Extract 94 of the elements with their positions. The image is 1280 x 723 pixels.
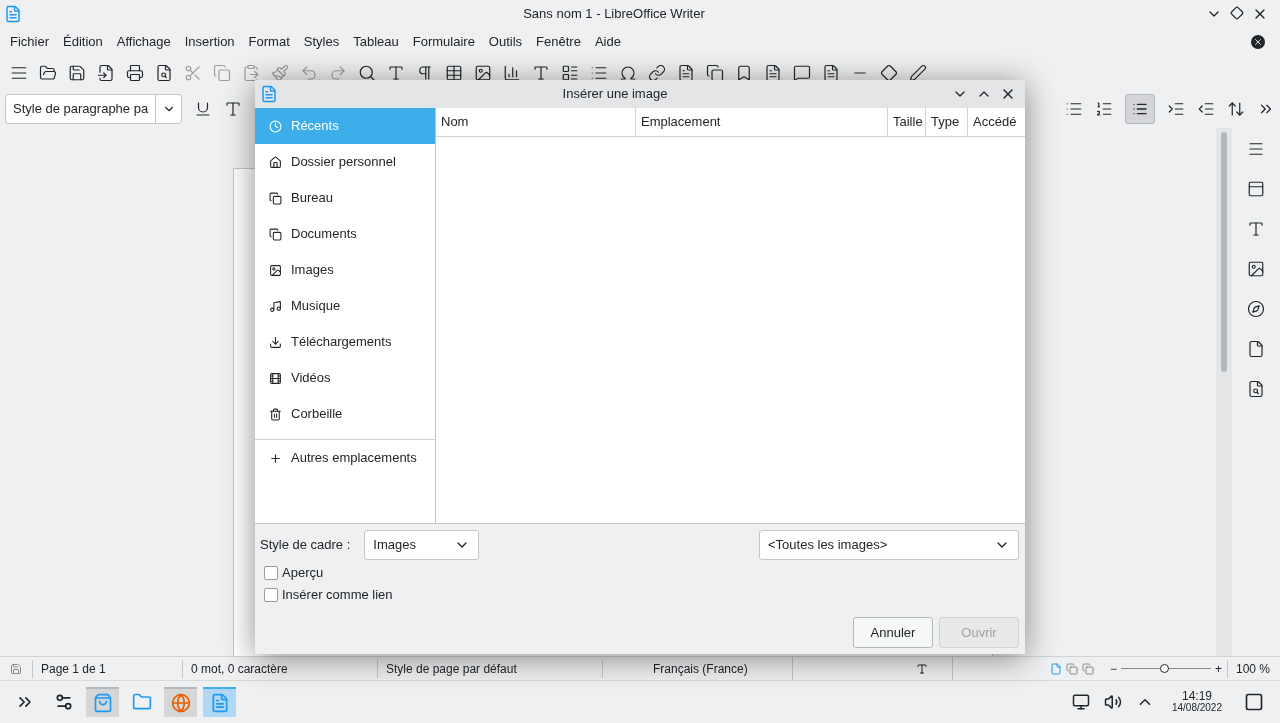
place-item[interactable]: Dossier personnel: [255, 144, 435, 180]
draw-icon[interactable]: [909, 64, 927, 82]
search-icon[interactable]: [358, 64, 376, 82]
window-title: Sans nom 1 - LibreOffice Writer: [523, 6, 705, 22]
pilcrow-icon[interactable]: [416, 64, 434, 82]
frame-style-label: Style de cadre :: [260, 536, 351, 555]
increase-indent-icon[interactable]: [1167, 100, 1185, 118]
save-status-icon: [10, 662, 22, 675]
menu-item[interactable]: Fichier: [3, 32, 56, 52]
image-icon: [269, 263, 282, 277]
print-preview-icon[interactable]: [155, 64, 173, 82]
bullet-list-icon[interactable]: [1065, 100, 1083, 118]
menu-item[interactable]: Formulaire: [405, 32, 482, 52]
numbered-list-icon[interactable]: [1095, 100, 1113, 118]
omega-icon[interactable]: [619, 64, 637, 82]
language: Français (France): [602, 659, 792, 678]
place-item[interactable]: Musique: [255, 288, 435, 324]
no-list-button[interactable]: [1125, 94, 1155, 124]
navigator-icon[interactable]: [1247, 300, 1265, 318]
documents-icon: [269, 191, 282, 205]
export-pdf-icon[interactable]: [97, 64, 115, 82]
option-checkbox[interactable]: Insérer comme lien: [264, 586, 1020, 603]
column-header[interactable]: Emplacement: [636, 108, 888, 136]
page-count: Page 1 de 1: [32, 659, 182, 678]
open-folder-icon[interactable]: [39, 64, 57, 82]
clock-icon: [269, 119, 282, 133]
network-icon[interactable]: [1071, 693, 1090, 711]
place-item[interactable]: Vidéos: [255, 360, 435, 396]
save-icon[interactable]: [68, 64, 86, 82]
home-icon: [269, 155, 282, 169]
close-document-icon[interactable]: [1251, 35, 1265, 49]
image-icon[interactable]: [474, 64, 492, 82]
column-header[interactable]: Taille: [888, 108, 926, 136]
zoom-slider-thumb[interactable]: [1160, 664, 1170, 673]
trash-icon: [269, 407, 282, 421]
shopping-bag-icon: [92, 693, 113, 713]
menu-item[interactable]: Aide: [587, 32, 628, 52]
folder-icon: [131, 692, 152, 712]
globe-icon: [170, 693, 191, 713]
maximize-icon[interactable]: [1230, 6, 1244, 20]
plus-icon: [269, 451, 282, 465]
menu-item[interactable]: Styles: [296, 32, 347, 52]
documents-icon: [269, 227, 282, 241]
zoom-in-button[interactable]: +: [1211, 659, 1227, 678]
volume-icon[interactable]: [1103, 693, 1122, 711]
shape-icon[interactable]: [880, 64, 898, 82]
menu-item[interactable]: Fenêtre: [529, 32, 588, 52]
menu-icon[interactable]: [1247, 140, 1265, 158]
menu-item[interactable]: Affichage: [109, 32, 178, 52]
place-item[interactable]: Images: [255, 252, 435, 288]
option-checkbox[interactable]: Aperçu: [264, 564, 1020, 581]
menu-item[interactable]: Format: [241, 32, 297, 52]
line-spacing-icon[interactable]: [1227, 100, 1245, 118]
menu-item[interactable]: Édition: [56, 32, 110, 52]
word-count: 0 mot, 0 caractère: [182, 659, 377, 678]
zoom-level: 100 %: [1226, 659, 1280, 678]
dialog-button[interactable]: Annuler: [853, 617, 933, 648]
place-item[interactable]: Corbeille: [255, 396, 435, 432]
file-type-dropdown[interactable]: <Toutes les images>: [759, 530, 1019, 560]
comment-icon[interactable]: [793, 64, 811, 82]
download-icon: [269, 335, 282, 349]
other-places-item[interactable]: Autres emplacements: [255, 440, 435, 476]
clock-time[interactable]: 14:19: [1181, 690, 1212, 702]
column-header[interactable]: Type: [926, 108, 968, 136]
zoom-out-button[interactable]: −: [1106, 659, 1121, 678]
gallery-icon[interactable]: [1247, 260, 1265, 278]
page-style: Style de page par défaut: [377, 659, 602, 678]
film-icon: [269, 371, 282, 385]
writer-logo-icon: [4, 5, 22, 23]
paragraph-style-field[interactable]: Style de paragraphe pa: [5, 94, 182, 124]
menu-item[interactable]: Outils: [481, 32, 530, 52]
writer-logo-icon: [260, 85, 278, 103]
dialog-title: Insérer une image: [562, 86, 668, 102]
zoom-slider[interactable]: [1121, 663, 1211, 674]
bookmark-icon[interactable]: [735, 64, 753, 82]
clock-date[interactable]: 14/08/2022: [1171, 702, 1222, 714]
page-icon[interactable]: [1247, 340, 1265, 358]
music-note-icon: [269, 299, 282, 313]
chart-icon[interactable]: [503, 64, 521, 82]
table-icon[interactable]: [445, 64, 463, 82]
column-header[interactable]: Nom: [436, 108, 636, 136]
show-desktop-icon[interactable]: [1244, 692, 1264, 712]
frame-style-dropdown[interactable]: Images: [364, 530, 480, 560]
menu-item[interactable]: Tableau: [346, 32, 406, 52]
decrease-indent-icon[interactable]: [1197, 100, 1215, 118]
link-icon[interactable]: [648, 64, 666, 82]
place-item[interactable]: Bureau: [255, 180, 435, 216]
print-icon[interactable]: [126, 64, 144, 82]
menu-item[interactable]: Insertion: [177, 32, 242, 52]
place-item[interactable]: Téléchargements: [255, 324, 435, 360]
scrollbar[interactable]: [1216, 128, 1232, 656]
place-item[interactable]: Documents: [255, 216, 435, 252]
list-off-icon: [1132, 101, 1148, 117]
column-header[interactable]: Accédé: [968, 108, 1025, 136]
